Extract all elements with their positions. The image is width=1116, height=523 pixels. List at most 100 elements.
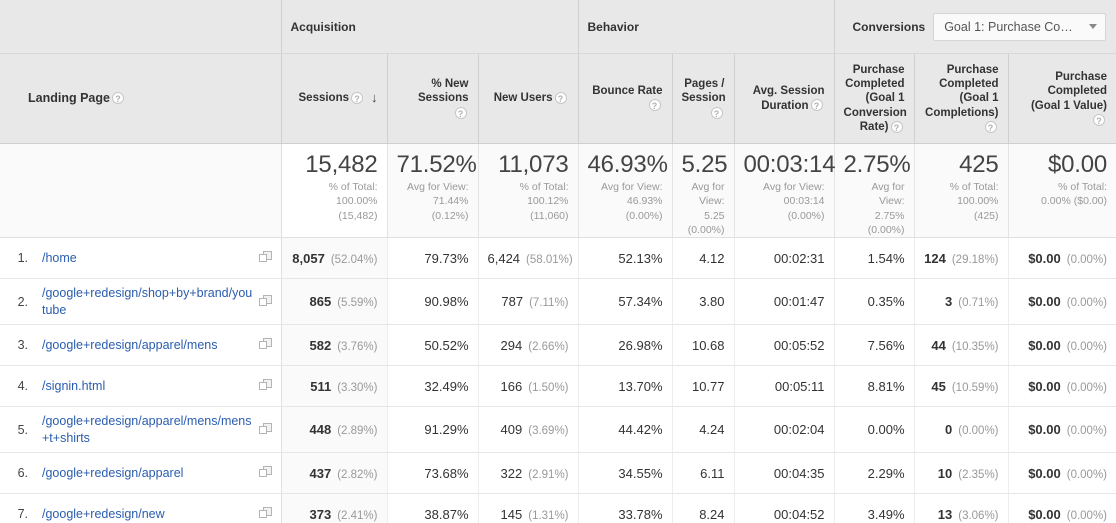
goal-completions-pct: (0.00%)	[958, 425, 999, 437]
landing-page-link[interactable]: /google+redesign/apparel/mens	[36, 337, 253, 353]
table-body: 1. /home 8,057 (52.04%) 79.73% 6,424 (58.01%) 5…	[0, 237, 1116, 523]
help-icon[interactable]: ?	[648, 99, 661, 112]
new-users-value: 409	[500, 422, 523, 437]
open-in-new-window-icon[interactable]	[258, 294, 273, 309]
cell-goal-conversion-rate: 1.54%	[834, 237, 915, 279]
chevron-down-icon	[1089, 24, 1098, 29]
goal-completions-pct: (10.35%)	[951, 340, 999, 353]
landing-page-link[interactable]: /google+redesign/shop+by+brand/youtube	[36, 285, 253, 318]
summary-goal-completions: 425 % of Total: 100.00% (425)	[914, 143, 1009, 238]
new-users-pct: (1.31%)	[528, 509, 569, 522]
pages-session-value: 4.12	[699, 250, 725, 266]
summary-goal-completions-note1: % of Total:	[949, 181, 999, 194]
summary-bounce-rate-note3: (0.00%)	[625, 209, 663, 222]
pct-new-sessions-value: 90.98%	[424, 294, 469, 309]
cell-goal-completions: 10 (2.35%)	[914, 452, 1009, 494]
goal-value-value: $0.00	[1028, 506, 1061, 522]
help-icon[interactable]: ?	[890, 121, 903, 134]
open-in-new-window-icon[interactable]	[258, 422, 273, 437]
open-in-new-window-icon[interactable]	[258, 466, 273, 480]
column-header-landing-page[interactable]: Landing Page?	[0, 53, 282, 144]
goal-completions-value: 3	[945, 294, 953, 309]
cell-pct-new-sessions: 90.98%	[387, 278, 479, 325]
column-header-goal-completions[interactable]: Purchase Completed (Goal 1 Completions) …	[914, 53, 1009, 144]
table-row: 3. /google+redesign/apparel/mens 582 (3.76%…	[0, 324, 1116, 366]
table-row: 4. /signin.html 511 (3.30%) 32.49% 166 (1.50%)…	[0, 365, 1116, 407]
sessions-value: 437	[309, 465, 332, 481]
summary-pages-session: 5.25 Avg for View: 5.25 (0.00%)	[672, 143, 735, 238]
column-header-avg-session-duration[interactable]: Avg. Session Duration?	[734, 53, 835, 144]
column-header-pct-new-sessions[interactable]: % New Sessions ?	[387, 53, 479, 144]
landing-page-link[interactable]: /google+redesign/apparel	[36, 465, 253, 481]
help-icon[interactable]: ?	[351, 92, 363, 105]
sessions-value: 8,057	[292, 250, 325, 266]
group-dimension-blank	[0, 0, 282, 54]
cell-goal-completions: 3 (0.71%)	[914, 278, 1009, 325]
open-in-new-window-icon[interactable]	[258, 338, 273, 352]
cell-new-users: 166 (1.50%)	[478, 365, 579, 407]
row-index: 4.	[17, 379, 28, 393]
help-icon[interactable]: ?	[810, 99, 823, 112]
open-in-new-window-icon[interactable]	[258, 507, 273, 521]
open-in-new-window-icon[interactable]	[258, 379, 273, 393]
column-header-goal-value[interactable]: Purchase Completed (Goal 1 Value) ?	[1008, 53, 1116, 144]
help-icon[interactable]: ?	[454, 106, 467, 119]
column-header-goal-conversion-rate[interactable]: Purchase Completed (Goal 1 Conversion Ra…	[834, 53, 915, 144]
goal-select-value: Goal 1: Purchase Completed	[944, 19, 1083, 34]
summary-new-users-value: 11,073	[498, 151, 569, 178]
cell-pages-session: 10.77	[672, 365, 735, 407]
goal-completions-value: 10	[937, 465, 953, 481]
cell-sessions: 373 (2.41%)	[281, 493, 388, 523]
open-in-new-window-icon[interactable]	[258, 251, 273, 265]
column-header-sessions[interactable]: Sessions? ↓	[281, 53, 388, 144]
table-row: 1. /home 8,057 (52.04%) 79.73% 6,424 (58.01%) 5…	[0, 237, 1116, 279]
sessions-pct: (2.41%)	[337, 509, 378, 522]
cell-avg-session-duration: 00:05:11	[734, 365, 835, 407]
summary-pct-new-sessions: 71.52% Avg for View: 71.44% (0.12%)	[387, 143, 479, 238]
cell-goal-value: $0.00 (0.00%)	[1008, 237, 1116, 279]
conv-rate-line5: Rate)	[859, 121, 889, 134]
cell-sessions: 511 (3.30%)	[281, 365, 388, 407]
sort-descending-icon[interactable]: ↓	[371, 91, 378, 104]
cell-pages-session: 4.24	[672, 406, 735, 453]
avg-session-duration-value: 00:05:52	[773, 337, 825, 353]
landing-page-link[interactable]: /google+redesign/new	[36, 506, 253, 522]
cell-goal-completions: 45 (10.59%)	[914, 365, 1009, 407]
cell-sessions: 582 (3.76%)	[281, 324, 388, 366]
column-header-pages-session[interactable]: Pages / Session ?	[672, 53, 735, 144]
cell-goal-completions: 0 (0.00%)	[914, 406, 1009, 453]
landing-page-link[interactable]: /signin.html	[36, 378, 253, 394]
landing-page-link[interactable]: /home	[36, 250, 253, 266]
cell-sessions: 448 (2.89%)	[281, 406, 388, 453]
summary-goal-conv-rate-note3: (0.00%)	[867, 223, 905, 236]
pages-session-value: 10.77	[691, 378, 725, 394]
help-icon[interactable]: ?	[710, 106, 723, 119]
cell-pages-session: 10.68	[672, 324, 735, 366]
help-icon[interactable]: ?	[111, 92, 124, 105]
conv-rate-line4: Conversion	[843, 106, 907, 119]
help-icon[interactable]: ?	[984, 121, 997, 134]
sessions-value: 373	[309, 506, 332, 522]
goal-completions-pct: (2.35%)	[958, 468, 999, 481]
help-icon[interactable]: ?	[1093, 113, 1106, 126]
cell-bounce-rate: 57.34%	[578, 278, 673, 325]
landing-page-link[interactable]: /google+redesign/apparel/mens/mens+t+shi…	[36, 413, 253, 446]
goal-conv-rate-value: 7.56%	[867, 337, 905, 353]
cell-bounce-rate: 44.42%	[578, 406, 673, 453]
cell-goal-completions: 124 (29.18%)	[914, 237, 1009, 279]
summary-avg-session-duration-value: 00:03:14	[743, 151, 836, 178]
goal-select[interactable]: Goal 1: Purchase Completed	[933, 12, 1107, 41]
summary-avg-session-duration: 00:03:14 Avg for View: 00:03:14 (0.00%)	[734, 143, 836, 238]
conversions-label: Conversions	[852, 19, 926, 34]
summary-sessions-note3: (15,482)	[338, 209, 378, 222]
avg-session-duration-value: 00:04:52	[773, 506, 825, 522]
column-header-bounce-rate[interactable]: Bounce Rate ?	[578, 53, 673, 144]
group-behavior: Behavior	[578, 0, 835, 54]
bounce-rate-value: 44.42%	[618, 422, 663, 437]
goal-completions-value: 13	[937, 506, 953, 522]
new-users-value: 787	[501, 294, 524, 309]
help-icon[interactable]: ?	[554, 92, 567, 105]
sessions-label: Sessions	[298, 92, 350, 105]
goal-completions-pct: (0.71%)	[958, 297, 999, 309]
column-header-new-users[interactable]: New Users?	[478, 53, 579, 144]
